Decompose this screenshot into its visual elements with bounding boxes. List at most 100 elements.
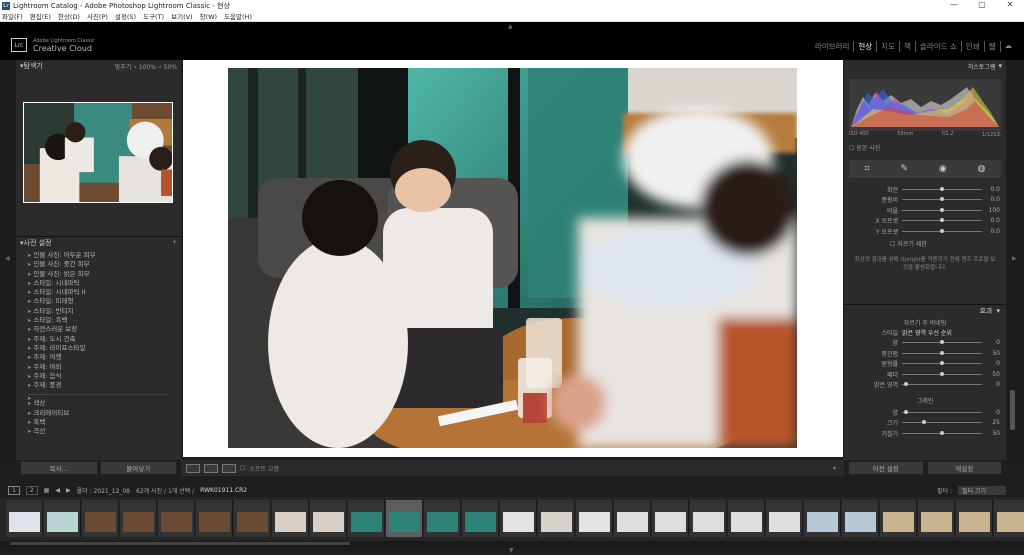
grid-icon[interactable]: ▦ — [44, 487, 50, 494]
paste-button[interactable]: 붙여넣기 — [99, 461, 177, 475]
slider-value[interactable]: 50 — [982, 371, 1000, 378]
film-thumbnail[interactable] — [994, 500, 1024, 537]
preset-item[interactable]: 스타일: 시네마틱 — [28, 279, 181, 288]
minimize-button[interactable]: — — [940, 0, 968, 11]
healing-tool-icon[interactable]: ✎ — [900, 164, 908, 174]
film-thumbnail[interactable] — [500, 500, 537, 537]
menu-edit[interactable]: 편집(E) — [30, 11, 51, 21]
account-icon[interactable]: ☁ — [1001, 41, 1017, 52]
film-thumbnail[interactable] — [728, 500, 765, 537]
preset-item[interactable]: 스타일: 흑백 — [28, 316, 181, 325]
slider-value[interactable]: 0.0 — [982, 186, 1000, 193]
module-map[interactable]: 지도 — [877, 41, 900, 52]
zoom-100[interactable]: 100% — [139, 64, 156, 71]
film-thumbnail[interactable] — [44, 500, 81, 537]
module-library[interactable]: 라이브러리 — [811, 41, 855, 52]
slider-track[interactable] — [902, 420, 982, 425]
slider-value[interactable]: 0 — [982, 409, 1000, 416]
module-print[interactable]: 인쇄 — [962, 41, 985, 52]
slider-track[interactable] — [902, 382, 982, 387]
slider-track[interactable] — [902, 371, 982, 376]
preset-item[interactable]: 주제: 도시 건축 — [28, 335, 181, 344]
film-thumbnail[interactable] — [424, 500, 461, 537]
slider-track[interactable] — [902, 218, 982, 223]
menu-window[interactable]: 창(W) — [200, 11, 217, 21]
before-after-button[interactable] — [204, 463, 218, 473]
main-photo[interactable] — [228, 68, 797, 448]
module-web[interactable]: 웹 — [985, 41, 1001, 52]
reset-button[interactable]: 재설정 — [926, 461, 1002, 475]
selected-file[interactable]: RWK01911.CR2 — [200, 487, 247, 494]
add-preset-icon[interactable]: + — [172, 239, 177, 246]
film-thumbnail[interactable] — [842, 500, 879, 537]
mask-tool-icon[interactable]: ◍ — [978, 164, 986, 174]
film-thumbnail[interactable] — [880, 500, 917, 537]
copy-button[interactable]: 복사... — [20, 461, 98, 475]
film-thumbnail[interactable] — [196, 500, 233, 537]
film-thumbnail[interactable] — [348, 500, 385, 537]
preset-group[interactable]: 크리에이티브 — [28, 409, 181, 418]
menu-settings[interactable]: 설정(S) — [115, 11, 136, 21]
preset-item[interactable]: 주제: 여행 — [28, 353, 181, 362]
slider-value[interactable]: 50 — [982, 350, 1000, 357]
film-thumbnail[interactable] — [120, 500, 157, 537]
menu-file[interactable]: 파일(F) — [2, 11, 23, 21]
previous-settings-button[interactable]: 이전 설정 — [848, 461, 924, 475]
film-thumbnail[interactable] — [918, 500, 955, 537]
slider-track[interactable] — [902, 409, 982, 414]
slider-track[interactable] — [902, 207, 982, 212]
preset-item[interactable]: 인물 사진: 어두운 피부 — [28, 251, 181, 260]
forward-arrow-icon[interactable]: ▶ — [66, 487, 71, 494]
slider-track[interactable] — [902, 197, 982, 202]
loupe-view-button[interactable] — [186, 463, 200, 473]
toolbar-menu-icon[interactable]: ▾ — [833, 465, 836, 472]
module-slideshow[interactable]: 슬라이드 쇼 — [916, 41, 962, 52]
film-thumbnail[interactable] — [538, 500, 575, 537]
menu-view[interactable]: 보기(V) — [171, 11, 192, 21]
yy-button[interactable] — [222, 463, 236, 473]
slider-value[interactable]: 0.0 — [982, 196, 1000, 203]
film-thumbnail[interactable] — [234, 500, 271, 537]
film-thumbnail[interactable] — [766, 500, 803, 537]
crop-limit-checkbox[interactable]: ☐ 자르기 제한 — [844, 239, 1006, 248]
preset-item[interactable]: 주제: 라이프스타일 — [28, 344, 181, 353]
navigator-preview[interactable] — [23, 102, 173, 203]
slider-track[interactable] — [902, 186, 982, 191]
effects-header[interactable]: 효과 ▾ — [844, 304, 1006, 316]
menu-develop[interactable]: 현상(D) — [58, 11, 80, 21]
module-develop[interactable]: 현상 — [854, 41, 878, 52]
zoom-50[interactable]: 50% — [164, 64, 177, 71]
preset-group[interactable]: 곡선 — [28, 427, 181, 436]
preset-item[interactable]: 인물 사진: 밝은 피부 — [28, 270, 181, 279]
preset-item[interactable]: 주제: 풍경 — [28, 381, 181, 390]
menu-tools[interactable]: 도구(T) — [143, 11, 164, 21]
slider-value[interactable]: 0.0 — [982, 217, 1000, 224]
preset-item[interactable]: 인물 사진: 중간 피부 — [28, 260, 181, 269]
collapse-bottom-icon[interactable]: ▼ — [509, 547, 514, 554]
brand-line2[interactable]: Creative Cloud — [33, 44, 92, 53]
slider-value[interactable]: 50 — [982, 430, 1000, 437]
slider-value[interactable]: 0 — [982, 381, 1000, 388]
histogram-header[interactable]: 히스토그램 ▾ — [844, 60, 1006, 72]
preset-item[interactable]: 주제: 야외 — [28, 363, 181, 372]
presets-header[interactable]: ▾ 사전 설정 + — [16, 236, 181, 248]
film-thumbnail[interactable] — [310, 500, 347, 537]
maximize-button[interactable]: ▢ — [968, 0, 996, 11]
crop-tool-icon[interactable]: ⌗ — [864, 164, 869, 174]
original-photo-checkbox[interactable]: ☐ 원본 사진 — [849, 143, 880, 152]
film-thumbnail[interactable] — [82, 500, 119, 537]
film-thumbnail[interactable] — [690, 500, 727, 537]
folder-path[interactable]: 폴더 : 2021_12_08 — [77, 486, 130, 495]
right-panel-edge[interactable]: ▶ — [1006, 60, 1024, 460]
style-dropdown[interactable]: 밝은 영역 우선 순위 — [902, 328, 1000, 337]
module-book[interactable]: 책 — [900, 41, 916, 52]
preset-item[interactable]: 자연스러운 보정 — [28, 325, 181, 334]
film-thumbnail[interactable] — [386, 500, 423, 537]
filter-dropdown[interactable]: 필터 끄기 — [958, 485, 1006, 495]
slider-track[interactable] — [902, 361, 982, 366]
redeye-tool-icon[interactable]: ◉ — [939, 164, 947, 174]
film-thumbnail[interactable] — [614, 500, 651, 537]
film-thumbnail[interactable] — [272, 500, 309, 537]
slider-value[interactable]: 0.0 — [982, 228, 1000, 235]
film-thumbnail[interactable] — [956, 500, 993, 537]
